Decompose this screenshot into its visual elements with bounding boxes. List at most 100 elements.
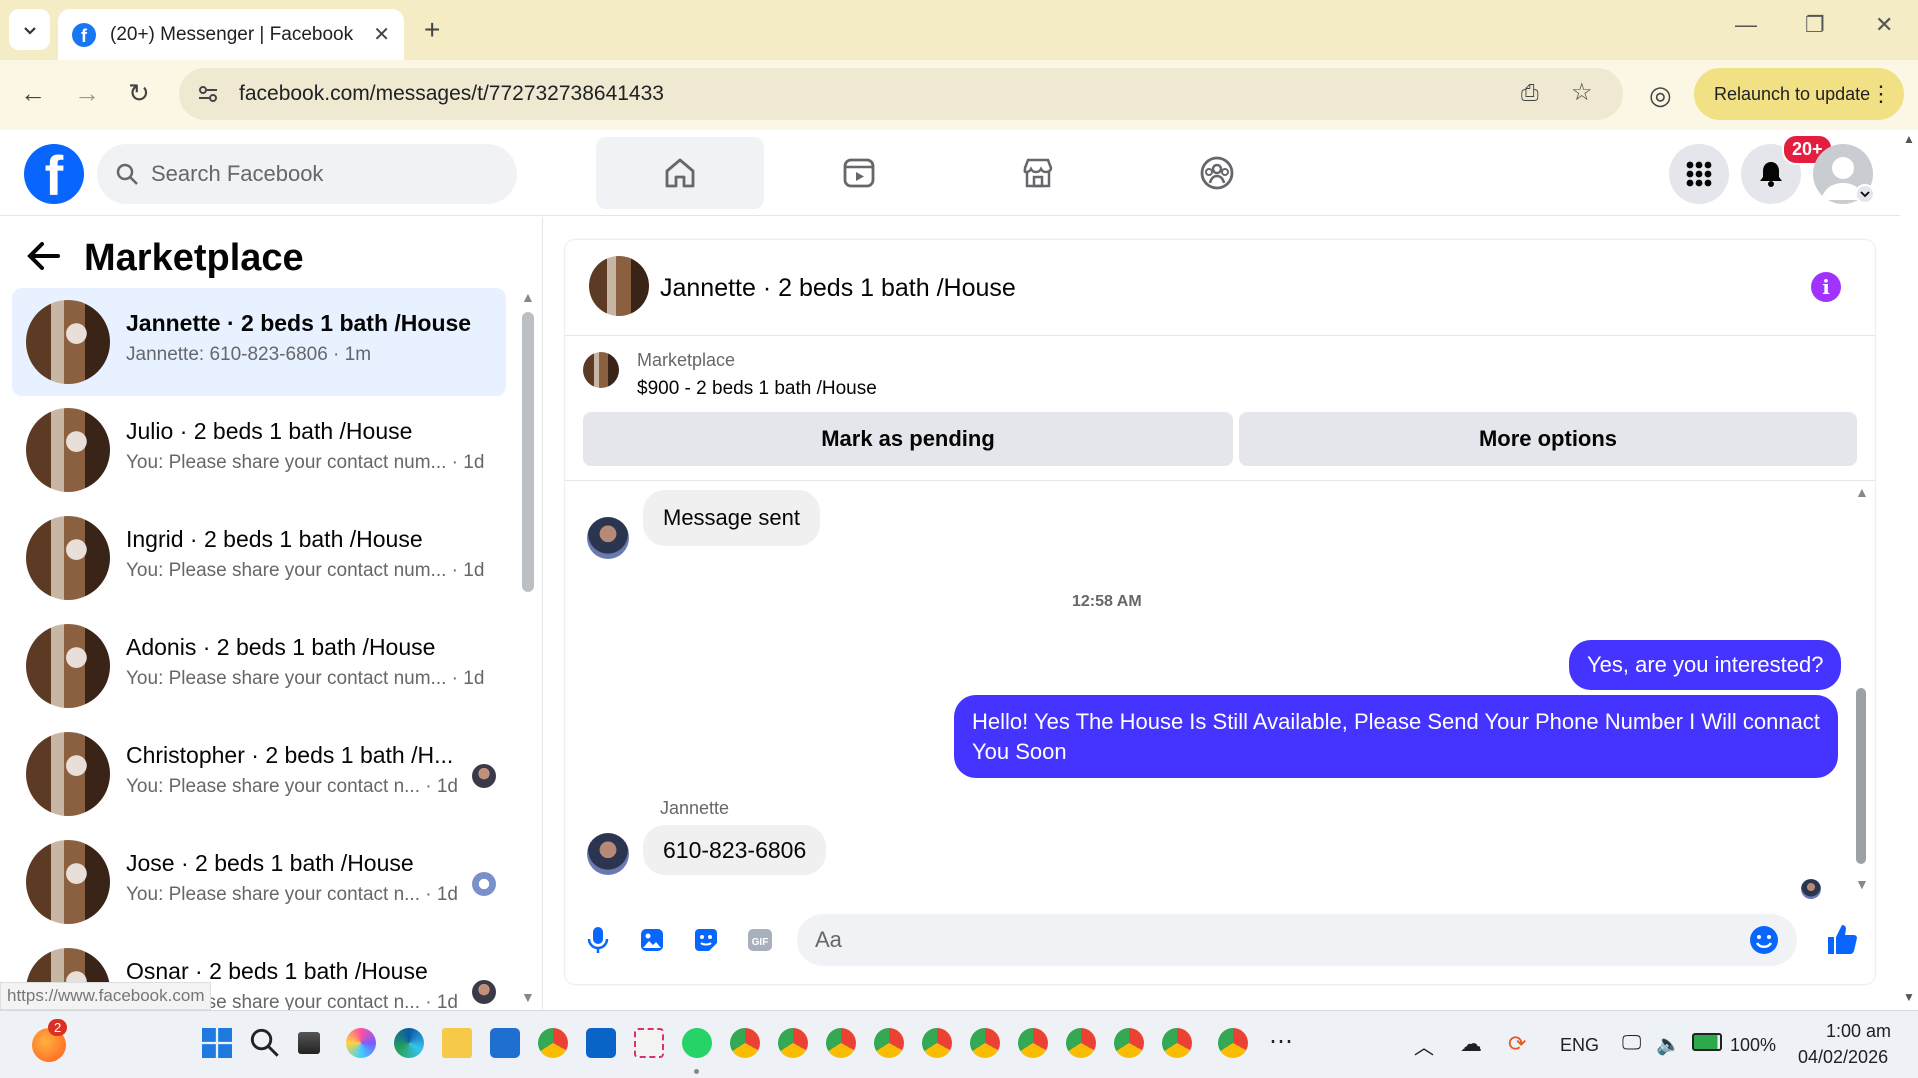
whatsapp-icon[interactable] — [682, 1028, 712, 1058]
video-icon — [843, 158, 875, 188]
scroll-down-icon[interactable]: ▼ — [1903, 990, 1915, 1004]
search-icon — [116, 163, 138, 185]
conversation-item[interactable]: Christopher · 2 beds 1 bath /H... You: P… — [12, 720, 506, 828]
conversation-item[interactable]: Ingrid · 2 beds 1 bath /House You: Pleas… — [12, 504, 506, 612]
profile-icon[interactable]: ◎ — [1649, 80, 1672, 111]
volume-icon[interactable]: 🔈 — [1656, 1032, 1681, 1057]
chrome-profile-icon[interactable] — [1066, 1028, 1096, 1058]
browser-tab-messenger[interactable]: f (20+) Messenger | Facebook ✕ — [58, 9, 404, 60]
windows-taskbar: 2 ⋯ ︿ ☁ ⟳ ENG 🖵 🔈 100% 1:00 am 04/02/202… — [0, 1010, 1918, 1078]
network-icon[interactable]: 🖵 — [1622, 1032, 1641, 1055]
show-hidden-icons-chevron-icon[interactable]: ︿ — [1414, 1031, 1434, 1060]
account-chevron-icon[interactable] — [1855, 184, 1875, 204]
store-icon[interactable] — [490, 1028, 520, 1058]
message-input[interactable]: Aa — [797, 914, 1797, 966]
forward-arrow-icon[interactable]: → — [74, 78, 100, 109]
emoji-icon[interactable] — [1749, 925, 1779, 955]
tab-groups[interactable] — [1133, 137, 1301, 209]
menu-kebab-icon[interactable]: ⋮ — [1870, 81, 1892, 107]
conversation-item[interactable]: Julio · 2 beds 1 bath /House You: Please… — [12, 396, 506, 504]
restore-icon[interactable]: ❐ — [1805, 12, 1825, 38]
search-input[interactable]: Search Facebook — [97, 144, 517, 204]
conversation-item[interactable]: Jose · 2 beds 1 bath /House You: Please … — [12, 828, 506, 936]
sticker-icon[interactable] — [691, 925, 721, 955]
chat-avatar[interactable] — [589, 256, 649, 316]
page-scrollbar[interactable]: ▲ ▼ — [1900, 130, 1918, 1010]
listing-source-label: Marketplace — [637, 350, 736, 370]
facebook-header: f Search Facebook 20+ — [0, 130, 1900, 216]
chrome-profile-icon[interactable] — [1114, 1028, 1144, 1058]
more-apps-icon[interactable]: ⋯ — [1269, 1027, 1293, 1056]
conversation-item[interactable]: Jannette · 2 beds 1 bath /House Jannette… — [12, 288, 506, 396]
conversation-name: Julio · 2 beds 1 bath /House — [126, 418, 413, 444]
info-icon[interactable]: i — [1811, 272, 1841, 302]
scroll-down-icon[interactable]: ▼ — [521, 989, 535, 1005]
chrome-active-icon[interactable] — [1218, 1028, 1248, 1058]
chrome-profile-icon[interactable] — [922, 1028, 952, 1058]
scroll-up-icon[interactable]: ▲ — [521, 289, 535, 305]
onedrive-cloud-icon[interactable]: ☁ — [1460, 1031, 1482, 1057]
windows-start-icon[interactable] — [202, 1028, 232, 1058]
tab-home[interactable] — [596, 137, 764, 209]
taskbar-search-icon[interactable] — [250, 1028, 280, 1058]
sidebar-scrollbar[interactable] — [522, 312, 534, 592]
groups-icon — [1200, 156, 1234, 190]
gif-icon[interactable]: GIF — [745, 925, 775, 955]
conversation-preview: You: Please share your contact n... · 1d — [126, 884, 458, 905]
listing-price[interactable]: $900 - 2 beds 1 bath /House — [637, 378, 877, 400]
conversation-preview: You: Please share your contact num... · … — [126, 452, 485, 473]
chrome-profile-icon[interactable] — [1018, 1028, 1048, 1058]
language-indicator[interactable]: ENG — [1560, 1035, 1599, 1056]
chrome-profile-icon[interactable] — [874, 1028, 904, 1058]
battery-percent: 100% — [1730, 1035, 1777, 1055]
read-receipt-avatar — [1801, 879, 1821, 899]
facebook-logo-icon[interactable]: f — [24, 144, 84, 204]
like-thumb-icon[interactable] — [1823, 920, 1861, 958]
tab-search-dropdown[interactable] — [9, 9, 50, 50]
mark-as-pending-button[interactable]: Mark as pending — [583, 412, 1233, 466]
scroll-up-icon[interactable]: ▲ — [1855, 484, 1869, 500]
relaunch-button[interactable]: Relaunch to update ⋮ — [1694, 68, 1904, 120]
chrome-profile-icon[interactable] — [970, 1028, 1000, 1058]
reload-icon[interactable]: ↻ — [128, 78, 150, 109]
outlook-icon[interactable] — [586, 1028, 616, 1058]
conversation-item[interactable]: Adonis · 2 beds 1 bath /House You: Pleas… — [12, 612, 506, 720]
minimize-icon[interactable]: — — [1735, 12, 1757, 38]
chat-scrollbar[interactable] — [1856, 688, 1866, 864]
back-arrow-icon[interactable]: ← — [20, 78, 46, 109]
task-view-icon[interactable] — [298, 1032, 320, 1054]
new-tab-button[interactable]: + — [424, 14, 440, 46]
tab-marketplace[interactable] — [954, 137, 1122, 209]
close-tab-icon[interactable]: ✕ — [373, 22, 390, 47]
clock-date[interactable]: 04/02/2026 — [1798, 1047, 1888, 1068]
chrome-profile-icon[interactable] — [730, 1028, 760, 1058]
photo-icon[interactable] — [637, 925, 667, 955]
more-options-button[interactable]: More options — [1239, 412, 1857, 466]
edge-icon[interactable] — [394, 1028, 424, 1058]
clock-time[interactable]: 1:00 am — [1826, 1021, 1891, 1042]
scroll-down-icon[interactable]: ▼ — [1855, 876, 1869, 892]
install-app-icon[interactable]: ⎙ — [1521, 80, 1539, 106]
chrome-profile-icon[interactable] — [1162, 1028, 1192, 1058]
chrome-profile-icon[interactable] — [826, 1028, 856, 1058]
file-explorer-icon[interactable] — [442, 1028, 472, 1058]
sync-icon[interactable]: ⟳ — [1508, 1031, 1526, 1057]
battery-icon[interactable] — [1692, 1033, 1722, 1051]
chrome-icon[interactable] — [538, 1028, 568, 1058]
back-arrow-icon[interactable] — [26, 241, 60, 271]
copilot-icon[interactable] — [346, 1028, 376, 1058]
chat-header: Jannette · 2 beds 1 bath /House i — [565, 240, 1875, 336]
address-bar[interactable]: facebook.com/messages/t/772732738641433 … — [179, 68, 1623, 120]
menu-grid-button[interactable] — [1669, 144, 1729, 204]
conversation-name: Jose · 2 beds 1 bath /House — [126, 850, 414, 876]
snipping-tool-icon[interactable] — [634, 1028, 664, 1058]
microphone-icon[interactable] — [583, 925, 613, 955]
chat-title[interactable]: Jannette · 2 beds 1 bath /House — [660, 274, 1016, 303]
scroll-up-icon[interactable]: ▲ — [1903, 132, 1915, 146]
message-bubble-outgoing: Yes, are you interested? — [1569, 640, 1842, 690]
chrome-profile-icon[interactable] — [778, 1028, 808, 1058]
site-settings-icon[interactable] — [197, 83, 219, 105]
close-window-icon[interactable]: ✕ — [1875, 12, 1893, 38]
bookmark-star-icon[interactable]: ☆ — [1571, 78, 1593, 107]
tab-video[interactable] — [775, 137, 943, 209]
